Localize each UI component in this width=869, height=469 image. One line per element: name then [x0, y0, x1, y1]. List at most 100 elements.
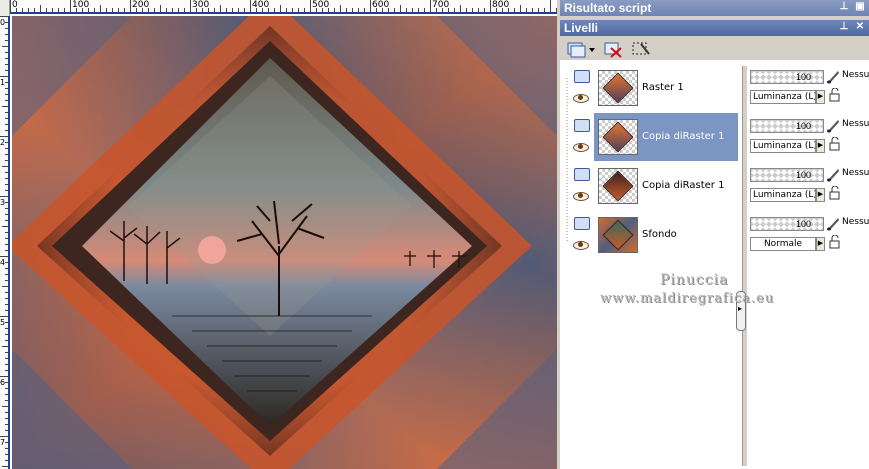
- ruler-tick: [2, 466, 8, 467]
- layers-properties-column: 100 Nessu Luminanza (L) ▶ 100 Nessu Lumi…: [750, 66, 869, 276]
- lock-icon[interactable]: [828, 137, 842, 151]
- opacity-slider[interactable]: 100: [750, 70, 824, 84]
- opacity-slider[interactable]: 100: [750, 217, 824, 231]
- blend-mode-select[interactable]: Luminanza (L): [750, 139, 816, 153]
- opacity-slider[interactable]: 100: [750, 119, 824, 133]
- ruler-tick: [5, 34, 8, 35]
- ruler-label: 600: [372, 0, 390, 10]
- ruler-tick: [0, 316, 8, 317]
- raster-layer-icon: [574, 168, 590, 181]
- layer-properties-row: 100 Nessu Luminanza (L) ▶: [750, 115, 869, 163]
- ruler-tick: [5, 430, 8, 431]
- ruler-tick: [250, 0, 251, 12]
- brush-icon[interactable]: [826, 166, 840, 182]
- brush-icon[interactable]: [826, 215, 840, 231]
- layer-name-cell[interactable]: Sfondo: [594, 211, 738, 259]
- ruler-tick: [5, 70, 8, 71]
- ruler-left: 0 1 2 3 4 5 6 7: [0, 16, 10, 469]
- visibility-eye-icon[interactable]: [572, 240, 590, 250]
- ruler-tick: [2, 346, 8, 347]
- pin-icon[interactable]: ⊥: [839, 1, 849, 13]
- ruler-tick: [5, 64, 8, 65]
- ruler-tick: [5, 202, 8, 203]
- mode-label: Nessu: [842, 217, 869, 227]
- ruler-tick: [5, 322, 8, 323]
- ruler-tick: [5, 334, 8, 335]
- ruler-tick: [5, 88, 8, 89]
- layers-panel-title: Livelli ⊥ ✕: [560, 20, 869, 36]
- ruler-tick: [0, 376, 8, 377]
- chevron-right-icon[interactable]: ▶: [816, 188, 825, 202]
- ruler-tick: [5, 40, 8, 41]
- layer-thumbnail: [598, 119, 638, 155]
- image-canvas[interactable]: [12, 16, 557, 469]
- lock-icon[interactable]: [828, 235, 842, 249]
- ruler-tick: [52, 8, 53, 12]
- ruler-tick: [370, 0, 371, 12]
- ruler-tick: [5, 172, 8, 173]
- ruler-tick: [28, 8, 29, 12]
- layer-row[interactable]: Copia diRaster 1: [568, 162, 738, 210]
- new-layer-dropdown-button[interactable]: [566, 39, 596, 59]
- layer-name: Raster 1: [642, 82, 684, 93]
- chevron-right-icon[interactable]: ▶: [816, 139, 825, 153]
- ruler-label: 0: [0, 18, 6, 27]
- layer-row[interactable]: Raster 1: [568, 64, 738, 112]
- ruler-tick: [412, 8, 413, 12]
- visibility-eye-icon[interactable]: [572, 93, 590, 103]
- pin-icon[interactable]: ⊥: [839, 21, 849, 33]
- ruler-tick: [274, 8, 275, 12]
- layer-name-cell[interactable]: Raster 1: [594, 64, 738, 112]
- layers-title-text: Livelli: [564, 21, 599, 35]
- ruler-tick: [5, 94, 8, 95]
- blend-mode-select[interactable]: Normale: [750, 237, 816, 251]
- layer-icons: [572, 119, 592, 159]
- visibility-eye-icon[interactable]: [572, 142, 590, 152]
- layer-name-cell[interactable]: Copia diRaster 1: [594, 113, 738, 161]
- restore-icon[interactable]: ▣: [855, 1, 865, 13]
- ruler-tick: [5, 400, 8, 401]
- blend-mode-select[interactable]: Luminanza (L): [750, 188, 816, 202]
- ruler-tick: [460, 5, 461, 12]
- ruler-tick: [5, 22, 8, 23]
- ruler-tick: [118, 8, 119, 12]
- close-icon[interactable]: ✕: [855, 21, 865, 33]
- ruler-label: 4: [0, 258, 6, 267]
- layer-name-cell[interactable]: Copia diRaster 1: [594, 162, 738, 210]
- ruler-tick: [2, 406, 8, 407]
- ruler-tick: [280, 5, 281, 12]
- chevron-right-icon[interactable]: ▶: [816, 90, 825, 104]
- lock-icon[interactable]: [828, 88, 842, 102]
- ruler-tick: [472, 8, 473, 12]
- opacity-slider[interactable]: 100: [750, 168, 824, 182]
- ruler-tick: [0, 136, 8, 137]
- brush-icon[interactable]: [826, 68, 840, 84]
- ruler-tick: [490, 0, 491, 12]
- ruler-tick: [46, 8, 47, 12]
- ruler-tick: [5, 160, 8, 161]
- chevron-right-icon[interactable]: ▶: [816, 237, 825, 251]
- lock-icon[interactable]: [828, 186, 842, 200]
- script-result-panel-title: Risultato script ⊥ ▣: [560, 0, 869, 16]
- ruler-tick: [22, 8, 23, 12]
- ruler-tick: [5, 310, 8, 311]
- visibility-eye-icon[interactable]: [572, 191, 590, 201]
- ruler-tick: [160, 5, 161, 12]
- ruler-tick: [298, 8, 299, 12]
- ruler-tick: [70, 0, 71, 12]
- brush-icon[interactable]: [826, 117, 840, 133]
- ruler-label: 5: [0, 318, 6, 327]
- ruler-tick: [5, 352, 8, 353]
- ruler-tick: [466, 8, 467, 12]
- ruler-label: 3: [0, 198, 6, 207]
- layer-row-selected[interactable]: Copia diRaster 1: [568, 113, 738, 161]
- layers-column-splitter[interactable]: [742, 66, 748, 466]
- blend-mode-select[interactable]: Luminanza (L): [750, 90, 816, 104]
- edit-selection-button[interactable]: [630, 39, 652, 59]
- delete-layer-button[interactable]: [602, 39, 624, 59]
- raster-layer-icon: [574, 119, 590, 132]
- ruler-tick: [0, 16, 8, 17]
- layer-row[interactable]: Sfondo: [568, 211, 738, 259]
- layer-thumbnail: [598, 70, 638, 106]
- script-result-title-text: Risultato script: [564, 1, 652, 15]
